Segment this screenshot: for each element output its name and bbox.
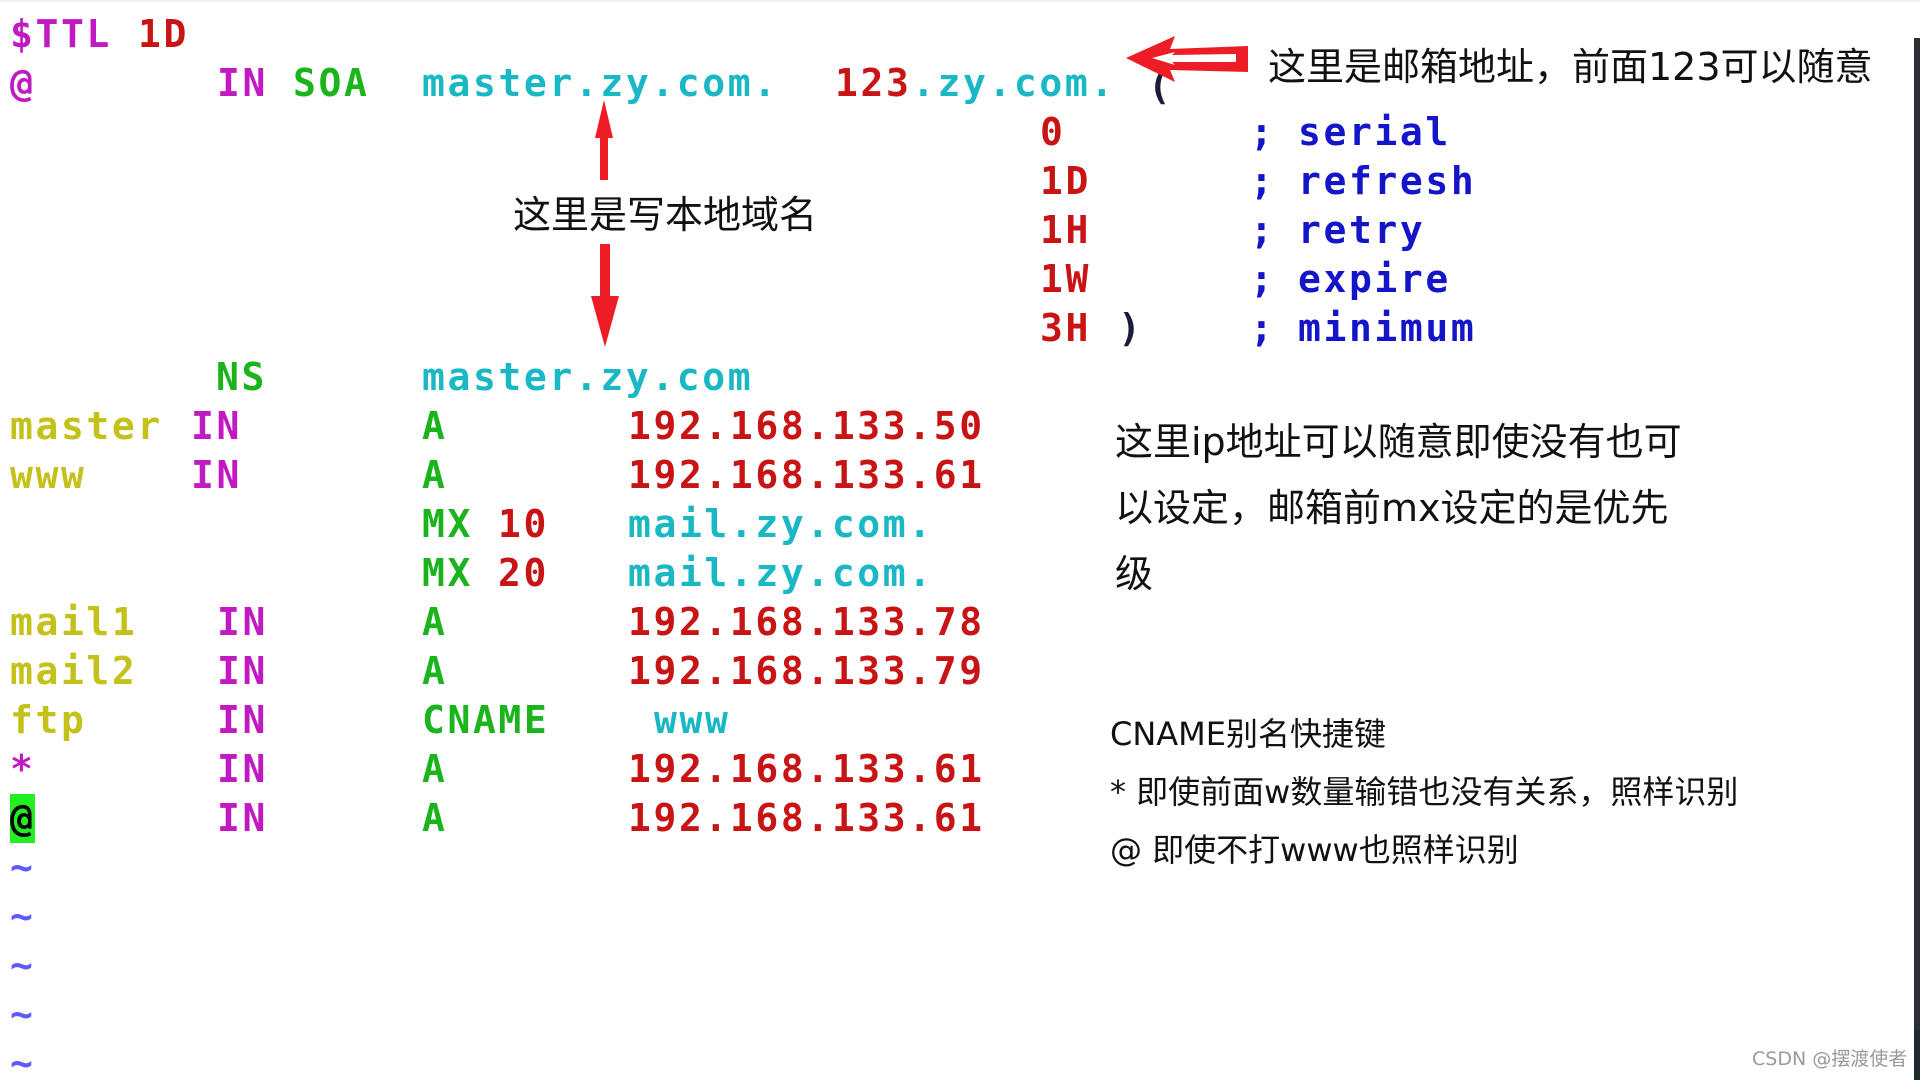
- down-arrow-icon: [591, 244, 619, 347]
- wildcard-annotation: * 即使前面w数量输错也没有关系，照样识别: [1110, 773, 1739, 811]
- ip-annotation-line-3: 级: [1115, 552, 1154, 596]
- up-arrow-icon: [595, 100, 613, 180]
- email-annotation: 这里是邮箱地址，前面123可以随意: [1268, 45, 1873, 89]
- at-annotation: @ 即使不打www也照样识别: [1110, 831, 1519, 869]
- watermark: CSDN @摆渡使者: [1752, 1048, 1908, 1070]
- ip-annotation-line-2: 以设定，邮箱前mx设定的是优先: [1115, 486, 1669, 530]
- left-arrow-icon: [1126, 36, 1248, 82]
- cname-annotation: CNAME别名快捷键: [1110, 715, 1387, 753]
- ip-annotation-line-1: 这里ip地址可以随意即使没有也可: [1115, 420, 1682, 464]
- domain-annotation: 这里是写本地域名: [513, 193, 818, 237]
